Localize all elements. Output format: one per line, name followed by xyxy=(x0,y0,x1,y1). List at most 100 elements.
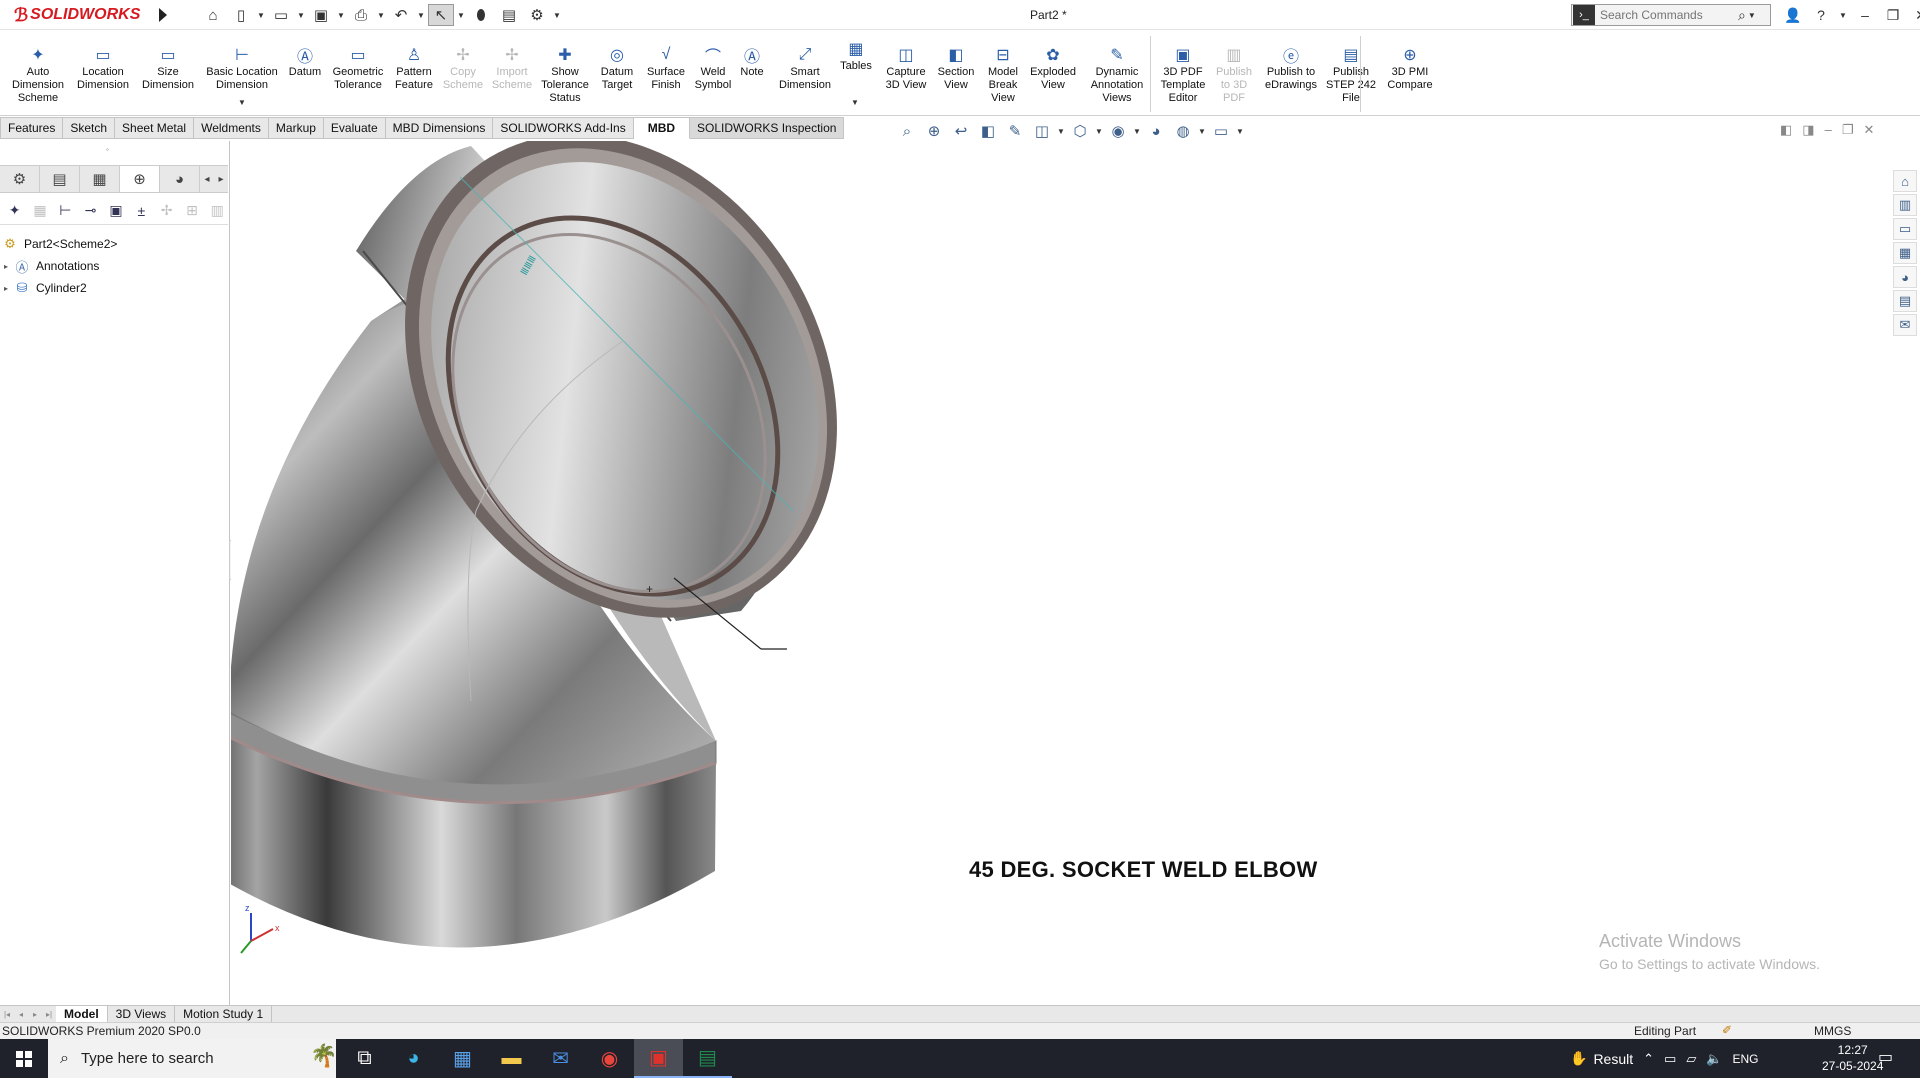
appearances-icon[interactable]: ◕ xyxy=(1893,266,1917,288)
expand-arrow-icon[interactable]: ▸ xyxy=(0,262,12,271)
notification-center-icon[interactable]: ▭ xyxy=(1878,1047,1893,1067)
tab-solidworks-add-ins[interactable]: SOLIDWORKS Add-Ins xyxy=(493,117,634,139)
ribbon-button-tables[interactable]: ▦ Tables xyxy=(840,38,872,73)
view-palette-icon[interactable]: ▦ xyxy=(1893,242,1917,264)
edit-appearance-icon[interactable]: ◕ xyxy=(1144,120,1168,142)
print-dropdown-icon[interactable]: ▼ xyxy=(376,4,386,26)
tab-sheet-metal[interactable]: Sheet Metal xyxy=(115,117,195,139)
unit-system-selector[interactable]: MMGS xyxy=(1814,1024,1851,1038)
previous-view-icon[interactable]: ↩ xyxy=(949,120,973,142)
ribbon-button-publish-step-242-file[interactable]: ▤ Publish STEP 242 File xyxy=(1326,44,1376,105)
open-folder-icon[interactable]: ▭ xyxy=(268,4,294,26)
options-gear-icon[interactable]: ⚙ xyxy=(524,4,550,26)
custom-properties-icon[interactable]: ▤ xyxy=(1893,290,1917,312)
zoom-to-fit-icon[interactable]: ⌕ xyxy=(895,120,919,142)
ribbon-button-note[interactable]: Ⓐ Note xyxy=(740,44,763,79)
tab-mbd-dimensions[interactable]: MBD Dimensions xyxy=(385,117,494,139)
help-dropdown-icon[interactable]: ▼ xyxy=(1838,4,1848,26)
edge-browser-icon[interactable]: ◕ xyxy=(389,1039,438,1078)
ribbon-button-publish-to-edrawings[interactable]: ⓔ Publish to eDrawings xyxy=(1265,44,1317,92)
solidworks-resources-icon[interactable]: ⌂ xyxy=(1893,170,1917,192)
solidworks-taskbar-icon[interactable]: ▣ xyxy=(634,1039,683,1078)
select-dropdown-icon[interactable]: ▼ xyxy=(456,4,466,26)
show-tolerance-tool-icon[interactable]: ⊢ xyxy=(55,200,76,222)
doc-minimize-icon[interactable]: – xyxy=(1825,122,1832,138)
propertymanager-tab-icon[interactable]: ▤ xyxy=(40,166,80,192)
featuremanager-tab-icon[interactable]: ⚙ xyxy=(0,166,40,192)
help-icon[interactable]: ? xyxy=(1810,4,1832,26)
undo-icon[interactable]: ↶ xyxy=(388,4,414,26)
undo-dropdown-icon[interactable]: ▼ xyxy=(416,4,426,26)
tab-evaluate[interactable]: Evaluate xyxy=(323,117,386,139)
restore-icon[interactable]: ❐ xyxy=(1882,4,1904,26)
tab-solidworks-inspection[interactable]: SOLIDWORKS Inspection xyxy=(690,117,845,139)
home-icon[interactable]: ⌂ xyxy=(200,4,226,26)
ribbon-button-exploded-view[interactable]: ✿ Exploded View xyxy=(1030,44,1076,92)
tab-markup[interactable]: Markup xyxy=(268,117,324,139)
open-dropdown-icon[interactable]: ▼ xyxy=(296,4,306,26)
ribbon-button-show-tolerance-status[interactable]: ✚ Show Tolerance Status xyxy=(541,44,589,105)
doc-tile-right-icon[interactable]: ◨ xyxy=(1802,122,1814,138)
tables-dropdown-icon[interactable]: ▼ xyxy=(851,98,859,107)
ribbon-button-size-dimension[interactable]: ▭ Size Dimension xyxy=(142,44,194,92)
ribbon-button-surface-finish[interactable]: √ Surface Finish xyxy=(647,44,685,92)
copy-tool-icon[interactable]: ⊞ xyxy=(181,200,202,222)
configurationmanager-tab-icon[interactable]: ▦ xyxy=(80,166,120,192)
tab-weldments[interactable]: Weldments xyxy=(194,117,269,139)
save-dropdown-icon[interactable]: ▼ xyxy=(336,4,346,26)
pattern-tool-icon[interactable]: ✢ xyxy=(156,200,177,222)
result-widget[interactable]: ✋ Result xyxy=(1570,1050,1633,1067)
expand-arrow-icon[interactable]: ▸ xyxy=(0,284,12,293)
doc-restore-icon[interactable]: ❐ xyxy=(1842,122,1854,138)
select-arrow-icon[interactable]: ↖ xyxy=(428,4,454,26)
tab-3d-views[interactable]: 3D Views xyxy=(108,1005,176,1023)
menu-expand-arrow-icon[interactable] xyxy=(159,8,167,22)
language-indicator[interactable]: ENG xyxy=(1733,1052,1759,1066)
ribbon-button-smart-dimension[interactable]: ⤢ Smart Dimension xyxy=(779,44,831,92)
ribbon-button-3d-pmi-compare[interactable]: ⊕ 3D PMI Compare xyxy=(1387,44,1432,92)
minimize-icon[interactable]: – xyxy=(1854,4,1876,26)
tree-root[interactable]: ⚙ Part2<Scheme2> xyxy=(0,233,228,255)
add-feature-tool-icon[interactable]: ± xyxy=(131,200,152,222)
volume-icon[interactable]: 🔈 xyxy=(1706,1051,1722,1067)
search-dropdown-icon[interactable]: ▼ xyxy=(1748,11,1756,20)
prev-tab-arrow-icon[interactable]: ◂ xyxy=(14,1010,28,1019)
ribbon-button-section-view[interactable]: ◧ Section View xyxy=(938,44,975,92)
annotation-note[interactable]: 45 DEG. SOCKET WELD ELBOW xyxy=(969,857,1318,883)
view-settings-dropdown-icon[interactable]: ▼ xyxy=(1236,127,1244,136)
datum-tool-icon[interactable]: ⊸ xyxy=(80,200,101,222)
ribbon-button-datum[interactable]: Ⓐ Datum xyxy=(289,44,321,79)
microsoft-store-icon[interactable]: ▦ xyxy=(438,1039,487,1078)
rebuild-traffic-light-icon[interactable]: ⬮ xyxy=(468,4,494,26)
ribbon-button-basic-location-dimension[interactable]: ⊢ Basic Location Dimension xyxy=(206,44,278,92)
apply-scene-icon[interactable]: ◍ xyxy=(1171,120,1195,142)
ribbon-button-copy-scheme[interactable]: ✢ Copy Scheme xyxy=(443,44,483,92)
ribbon-button-import-scheme[interactable]: ✢ Import Scheme xyxy=(492,44,532,92)
tab-mbd[interactable]: MBD xyxy=(633,117,691,139)
panel-grip-icon[interactable]: ◦ xyxy=(106,145,109,154)
meet-now-icon[interactable]: ▭ xyxy=(1664,1051,1676,1067)
task-view-icon[interactable]: ⧉ xyxy=(340,1039,389,1078)
save-icon[interactable]: ▣ xyxy=(308,4,334,26)
doc-close-icon[interactable]: ✕ xyxy=(1863,122,1874,138)
ribbon-button-publish-to-3d-pdf[interactable]: ▥ Publish to 3D PDF xyxy=(1216,44,1252,105)
ribbon-button-location-dimension[interactable]: ▭ Location Dimension xyxy=(77,44,129,92)
taskbar-search-box[interactable]: ⌕ Type here to search 🌴 xyxy=(48,1039,337,1078)
display-style-dropdown-icon[interactable]: ▼ xyxy=(1095,127,1103,136)
tab-features[interactable]: Features xyxy=(0,117,64,139)
hide-show-items-icon[interactable]: ◉ xyxy=(1106,120,1130,142)
forum-icon[interactable]: ✉ xyxy=(1893,314,1917,336)
next-tab-arrow-icon[interactable]: ▸ xyxy=(28,1010,42,1019)
search-input[interactable] xyxy=(1596,8,1736,22)
excel-icon[interactable]: ▤ xyxy=(683,1039,732,1078)
search-commands-box[interactable]: ›_ ⌕ ▼ xyxy=(1571,4,1771,26)
basic-location-dropdown-icon[interactable]: ▼ xyxy=(238,98,246,107)
solidworks-logo[interactable]: ℬ SOLIDWORKS xyxy=(14,4,140,26)
tolerance-tool-icon[interactable]: ▦ xyxy=(29,200,50,222)
tab-sketch[interactable]: Sketch xyxy=(63,117,116,139)
tab-motion-study[interactable]: Motion Study 1 xyxy=(175,1005,273,1023)
file-explorer-taskbar-icon[interactable]: ▬ xyxy=(487,1039,536,1078)
new-dropdown-icon[interactable]: ▼ xyxy=(256,4,266,26)
graphics-area[interactable]: ⅢⅢⅢ + z x 45 DEG. SOCKET WELD ELBOW Acti… xyxy=(231,141,1880,1005)
chrome-icon[interactable]: ◉ xyxy=(585,1039,634,1078)
